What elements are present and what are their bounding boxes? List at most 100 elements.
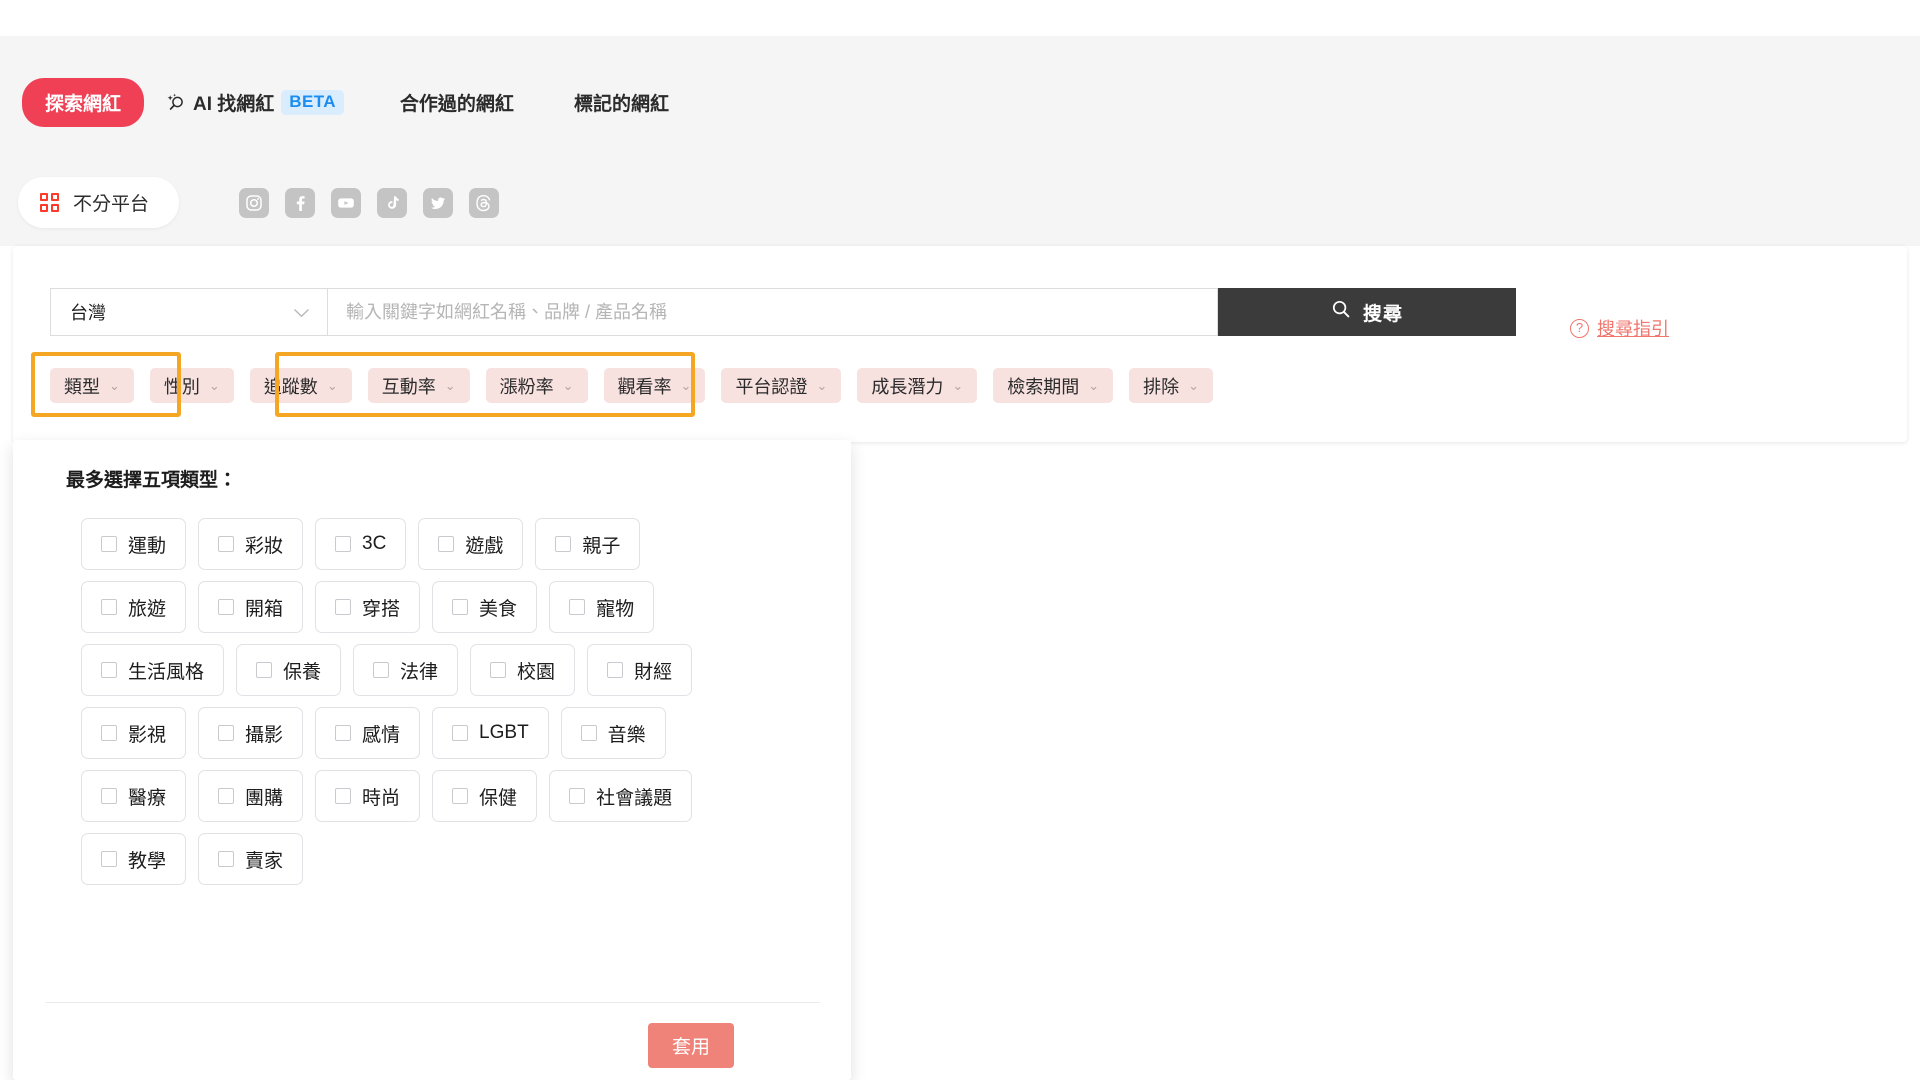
- checkbox-icon[interactable]: [452, 599, 469, 615]
- type-option-parenting[interactable]: 親子: [535, 518, 641, 570]
- type-option-teaching[interactable]: 教學: [81, 833, 187, 885]
- type-checkbox-grid: 運動 彩妝 3C 遊戲 親子 旅遊 開箱 穿搭 美食 寵物 生活風格 保養 法律…: [81, 518, 801, 885]
- checkbox-icon[interactable]: [438, 536, 455, 552]
- chevron-down-icon: ⌄: [1088, 377, 1100, 393]
- type-option-seller[interactable]: 賣家: [198, 833, 304, 885]
- type-option-lifestyle[interactable]: 生活風格: [81, 644, 225, 696]
- filter-chip-followers[interactable]: 追蹤數 ⌄: [249, 368, 352, 403]
- filter-chip-platform-verification[interactable]: 平台認證 ⌄: [721, 368, 842, 403]
- chevron-down-icon: ⌄: [816, 377, 828, 393]
- type-option-group-buy[interactable]: 團購: [198, 770, 304, 822]
- facebook-icon: [291, 194, 309, 212]
- type-option-film-tv[interactable]: 影視: [81, 707, 187, 759]
- checkbox-icon[interactable]: [607, 662, 624, 678]
- type-option-pets[interactable]: 寵物: [549, 581, 655, 633]
- checkbox-icon[interactable]: [555, 536, 572, 552]
- platform-tab-threads[interactable]: [469, 187, 500, 218]
- platform-tab-youtube[interactable]: [331, 187, 362, 218]
- checkbox-icon[interactable]: [580, 725, 597, 741]
- chevron-down-icon: ⌄: [109, 377, 120, 393]
- type-option-campus[interactable]: 校園: [470, 644, 576, 696]
- checkbox-icon[interactable]: [218, 851, 235, 867]
- filter-chip-row: 類型 ⌄ 性別 ⌄ 追蹤數 ⌄ 互動率 ⌄ 漲粉率 ⌄ 觀看率 ⌄ 平台認證 ⌄…: [50, 368, 1229, 403]
- tab-explore-influencers[interactable]: 探索網紅: [22, 78, 145, 127]
- checkbox-icon[interactable]: [218, 536, 235, 552]
- checkbox-icon[interactable]: [101, 662, 117, 678]
- type-option-fashion[interactable]: 時尚: [315, 770, 421, 822]
- instagram-icon: [245, 194, 263, 212]
- platform-tab-all[interactable]: 不分平台: [18, 177, 180, 228]
- checkbox-icon[interactable]: [335, 599, 352, 615]
- type-option-music[interactable]: 音樂: [560, 707, 666, 759]
- type-option-relationship[interactable]: 感情: [315, 707, 421, 759]
- panel-divider: [45, 1002, 820, 1003]
- type-option-label: 寵物: [596, 598, 635, 620]
- filter-chip-exclude[interactable]: 排除 ⌄: [1129, 368, 1214, 403]
- checkbox-icon[interactable]: [373, 662, 390, 678]
- checkbox-icon[interactable]: [335, 725, 352, 741]
- type-option-makeup[interactable]: 彩妝: [198, 518, 304, 570]
- filter-chip-growth-potential[interactable]: 成長潛力 ⌄: [857, 368, 978, 403]
- checkbox-icon[interactable]: [490, 662, 507, 678]
- type-option-skincare[interactable]: 保養: [236, 644, 342, 696]
- search-button[interactable]: 搜尋: [1218, 288, 1516, 336]
- search-guide-link[interactable]: ? 搜尋指引: [1570, 315, 1669, 341]
- checkbox-icon[interactable]: [218, 599, 235, 615]
- checkbox-icon[interactable]: [101, 851, 117, 867]
- checkbox-icon[interactable]: [218, 725, 235, 741]
- checkbox-icon[interactable]: [101, 788, 117, 804]
- filter-chip-view-rate[interactable]: 觀看率 ⌄: [603, 368, 706, 403]
- type-option-label: 彩妝: [245, 535, 284, 557]
- tab-tagged-influencers[interactable]: 標記的網紅: [570, 83, 673, 122]
- type-option-social-issues[interactable]: 社會議題: [549, 770, 693, 822]
- platform-tab-tiktok[interactable]: [377, 187, 408, 218]
- checkbox-icon[interactable]: [452, 788, 469, 804]
- type-row: 教學 賣家: [81, 833, 801, 885]
- type-option-unboxing[interactable]: 開箱: [198, 581, 304, 633]
- tab-collaborated-influencers[interactable]: 合作過的網紅: [396, 83, 518, 122]
- type-option-label: 賣家: [245, 850, 284, 872]
- checkbox-icon[interactable]: [452, 725, 469, 741]
- type-option-label: 影視: [128, 724, 167, 746]
- type-option-health-care[interactable]: 保健: [432, 770, 538, 822]
- type-option-gaming[interactable]: 遊戲: [418, 518, 524, 570]
- chevron-down-icon: ⌄: [326, 377, 338, 393]
- checkbox-icon[interactable]: [256, 662, 273, 678]
- filter-chip-type[interactable]: 類型 ⌄: [50, 368, 134, 403]
- search-bar: 台灣 搜尋: [50, 288, 1516, 336]
- platform-tab-facebook[interactable]: [285, 187, 316, 218]
- type-option-finance[interactable]: 財經: [587, 644, 693, 696]
- chevron-down-icon: ⌄: [680, 377, 692, 393]
- apply-button[interactable]: 套用: [648, 1023, 735, 1068]
- country-select[interactable]: 台灣: [50, 288, 328, 336]
- filter-chip-search-period[interactable]: 檢索期間 ⌄: [993, 368, 1114, 403]
- type-option-label: 旅遊: [128, 598, 167, 620]
- search-icon: [1331, 299, 1351, 325]
- filter-chip-engagement-rate[interactable]: 互動率 ⌄: [367, 368, 470, 403]
- checkbox-icon[interactable]: [101, 725, 117, 741]
- type-option-photography[interactable]: 攝影: [198, 707, 304, 759]
- search-input[interactable]: [328, 288, 1218, 336]
- platform-tab-instagram[interactable]: [239, 187, 270, 218]
- type-option-3c[interactable]: 3C: [315, 518, 407, 570]
- checkbox-icon[interactable]: [569, 599, 586, 615]
- checkbox-icon[interactable]: [569, 788, 586, 804]
- type-option-travel[interactable]: 旅遊: [81, 581, 187, 633]
- chevron-down-icon: [293, 302, 310, 323]
- type-option-sports[interactable]: 運動: [81, 518, 187, 570]
- checkbox-icon[interactable]: [101, 536, 117, 552]
- filter-chip-gender[interactable]: 性別 ⌄: [149, 368, 234, 403]
- type-option-medical[interactable]: 醫療: [81, 770, 187, 822]
- checkbox-icon[interactable]: [335, 536, 352, 552]
- checkbox-icon[interactable]: [335, 788, 352, 804]
- checkbox-icon[interactable]: [101, 599, 117, 615]
- platform-tab-twitter[interactable]: [423, 187, 454, 218]
- filter-chip-follower-growth[interactable]: 漲粉率 ⌄: [485, 368, 588, 403]
- checkbox-icon[interactable]: [218, 788, 235, 804]
- tab-ai-find-influencers[interactable]: AI 找網紅 BETA: [162, 83, 348, 122]
- type-option-food[interactable]: 美食: [432, 581, 538, 633]
- filter-chip-platform-verification-label: 平台認證: [735, 376, 808, 397]
- type-option-lgbt[interactable]: LGBT: [432, 707, 549, 759]
- type-option-law[interactable]: 法律: [353, 644, 459, 696]
- type-option-outfit[interactable]: 穿搭: [315, 581, 421, 633]
